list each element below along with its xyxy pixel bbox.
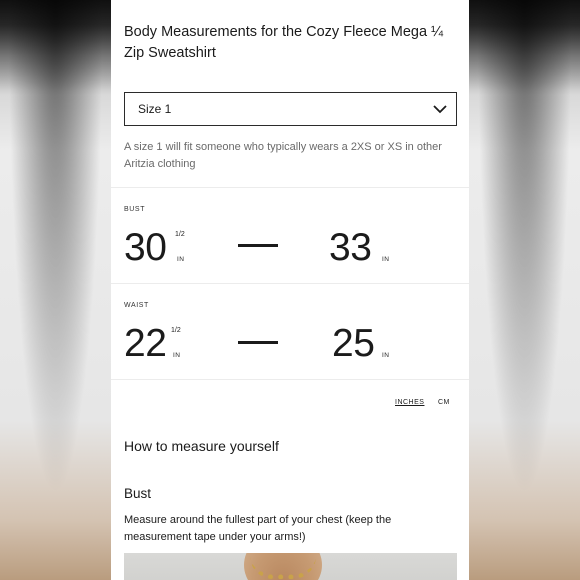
- section-text-bust: Measure around the fullest part of your …: [124, 514, 392, 543]
- measurement-max-unit: IN: [382, 256, 390, 263]
- background-shadow-left: [0, 0, 111, 580]
- divider: [111, 283, 469, 284]
- size-description: A size 1 will fit someone who typically …: [124, 141, 442, 170]
- unit-toggle-inches[interactable]: INCHES: [395, 399, 424, 406]
- measurement-max-value: 33: [329, 226, 372, 269]
- measurement-min-value: 30: [124, 226, 167, 269]
- chevron-down-icon: [433, 105, 447, 114]
- measurement-min-value: 22: [124, 322, 167, 365]
- background-shadow-right: [469, 0, 580, 580]
- size-guide-panel: Body Measurements for the Cozy Fleece Me…: [111, 0, 469, 580]
- divider: [111, 379, 469, 380]
- range-dash: [238, 341, 278, 344]
- unit-toggle-cm[interactable]: CM: [438, 399, 450, 406]
- measurement-min-unit: IN: [173, 352, 181, 359]
- measurement-max-value: 25: [332, 322, 375, 365]
- measurement-label: BUST: [124, 206, 146, 213]
- page-title: Body Measurements for the Cozy Fleece Me…: [124, 24, 444, 61]
- measurement-min-fraction: 1/2: [171, 327, 181, 334]
- measurement-label: WAIST: [124, 302, 149, 309]
- how-to-heading: How to measure yourself: [124, 438, 279, 454]
- measurement-min-fraction: 1/2: [175, 231, 185, 238]
- bust-measurement-photo: [124, 553, 457, 580]
- divider: [111, 187, 469, 188]
- range-dash: [238, 244, 278, 247]
- measurement-max-unit: IN: [382, 352, 390, 359]
- size-select-value: Size 1: [138, 102, 172, 116]
- size-select[interactable]: Size 1: [124, 92, 457, 126]
- measurement-min-unit: IN: [177, 256, 185, 263]
- section-title-bust: Bust: [124, 486, 152, 501]
